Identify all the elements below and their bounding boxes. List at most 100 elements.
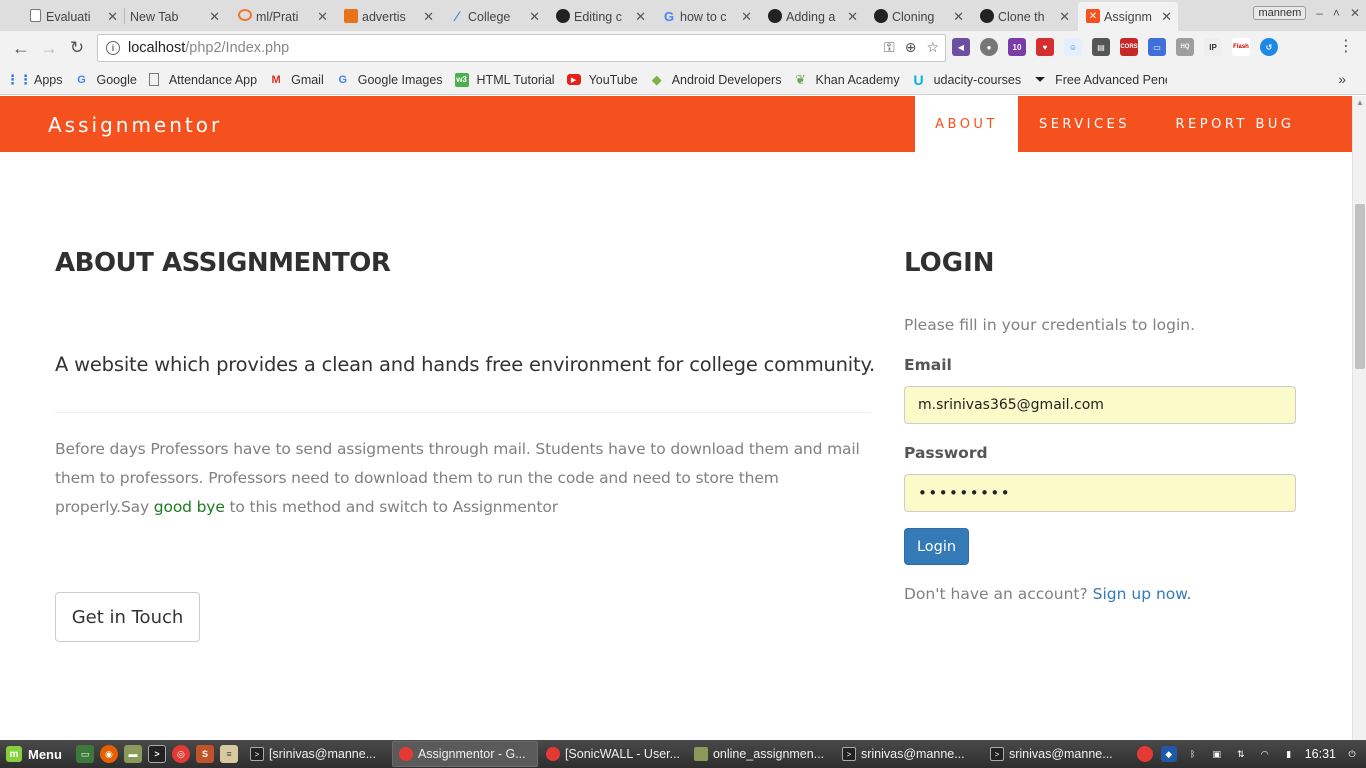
restore-icon[interactable]: ˄	[1333, 6, 1340, 20]
browser-tab[interactable]: ⁄ College ✕	[442, 2, 546, 31]
system-tray: ◆ ᛒ ▣ ⇅ ◠ ▮ 16:31 ⏻	[1136, 740, 1366, 768]
browser-tab[interactable]: Editing c ✕	[548, 2, 652, 31]
extension-icon[interactable]: ☺	[1064, 38, 1082, 56]
extension-icon[interactable]: ↺	[1260, 38, 1278, 56]
chrome-icon[interactable]	[1136, 746, 1153, 762]
browser-tab-active[interactable]: ✕ Assignm ✕	[1078, 2, 1178, 31]
close-tab-icon[interactable]: ✕	[635, 9, 646, 25]
browser-tab[interactable]: Adding a ✕	[760, 2, 864, 31]
shield-icon[interactable]: ◆	[1160, 746, 1177, 762]
close-tab-icon[interactable]: ✕	[953, 9, 964, 25]
extension-icon[interactable]: 10	[1008, 38, 1026, 56]
bookmark-item[interactable]: w3 HTML Tutorial	[454, 72, 555, 87]
ip-icon[interactable]: IP	[1204, 38, 1222, 56]
back-arrow-icon[interactable]: ←	[9, 36, 33, 60]
close-tab-icon[interactable]: ✕	[741, 9, 752, 25]
extension-icon[interactable]: ◀	[952, 38, 970, 56]
address-bar[interactable]: i localhost/php2/Index.php ⚿ ⊕ ☆	[97, 34, 946, 62]
network-icon[interactable]: ⇅	[1233, 746, 1249, 762]
book-icon	[344, 9, 358, 23]
nav-about[interactable]: ABOUT	[915, 96, 1018, 152]
cors-icon[interactable]: CORS	[1120, 38, 1138, 56]
login-button[interactable]: Login	[904, 528, 969, 565]
clipboard-icon[interactable]: ▣	[1209, 746, 1225, 762]
firefox-icon[interactable]: ◉	[99, 745, 118, 763]
bookmark-item[interactable]: Attendance App	[148, 73, 257, 87]
browser-tab[interactable]: advertis ✕	[336, 2, 440, 31]
bookmark-star-icon[interactable]: ☆	[926, 39, 939, 56]
login-title: LOGIN	[904, 248, 995, 278]
bluetooth-icon[interactable]: ᛒ	[1185, 746, 1201, 762]
chrome-icon[interactable]: ◎	[171, 745, 190, 763]
scrollbar-thumb[interactable]	[1355, 204, 1365, 369]
close-tab-icon[interactable]: ✕	[847, 9, 858, 25]
minimize-icon[interactable]: –	[1316, 6, 1323, 20]
nav-report-bug[interactable]: REPORT BUG	[1151, 96, 1319, 152]
taskbar-window[interactable]: > srinivas@manne...	[984, 741, 1124, 767]
browser-tab[interactable]: G how to c ✕	[654, 2, 758, 31]
browser-tab[interactable]: ml/Prati ✕	[230, 2, 334, 31]
show-desktop-icon[interactable]: ▭	[75, 745, 94, 763]
close-tab-icon[interactable]: ✕	[209, 9, 220, 25]
extension-icon[interactable]: ●	[980, 38, 998, 56]
bookmark-item[interactable]: Uudacity-courses	[912, 72, 1022, 88]
taskbar-window[interactable]: > srinivas@manne...	[836, 741, 982, 767]
info-icon[interactable]: i	[106, 41, 120, 55]
close-tab-icon[interactable]: ✕	[1161, 9, 1172, 25]
clock[interactable]: 16:31	[1305, 747, 1336, 761]
page-scrollbar[interactable]: ▲	[1352, 96, 1366, 740]
extension-icon[interactable]: ▤	[1092, 38, 1110, 56]
bookmark-item[interactable]: M Gmail	[269, 73, 324, 87]
signup-prompt-text: Don't have an account?	[904, 585, 1088, 603]
reload-icon[interactable]: ↻	[65, 36, 89, 60]
folder-icon[interactable]: ▬	[123, 745, 142, 763]
flash-sale-icon[interactable]: Flash	[1232, 38, 1250, 56]
task-label: Assignmentor - G...	[417, 747, 526, 761]
extension-icon[interactable]: HQ	[1176, 38, 1194, 56]
scroll-up-arrow-icon[interactable]: ▲	[1356, 98, 1364, 107]
browser-tab[interactable]: New Tab ✕	[104, 2, 226, 31]
signup-link[interactable]: Sign up now.	[1093, 585, 1192, 603]
power-icon[interactable]: ⏻	[1344, 746, 1360, 762]
bookmarks-overflow-icon[interactable]: »	[1338, 71, 1346, 87]
taskbar-window[interactable]: > [srinivas@manne...	[244, 741, 390, 767]
site-brand[interactable]: Assignmentor	[48, 113, 222, 137]
window-controls: mannem – ˄ ✕	[1253, 6, 1360, 20]
nav-services[interactable]: SERVICES	[1018, 96, 1151, 152]
get-in-touch-button[interactable]: Get in Touch	[55, 592, 200, 642]
close-tab-icon[interactable]: ✕	[1059, 9, 1070, 25]
wifi-icon[interactable]: ◠	[1257, 746, 1273, 762]
taskbar-window-active[interactable]: Assignmentor - G...	[391, 741, 538, 767]
start-menu-button[interactable]: m Menu	[0, 746, 70, 762]
bookmark-item[interactable]: ◆ Android Developers	[650, 72, 782, 87]
bookmark-item[interactable]: G Google	[75, 73, 137, 87]
text-editor-icon[interactable]: ≡	[219, 745, 238, 763]
taskbar-window[interactable]: [SonicWALL - User...	[540, 741, 686, 767]
browser-tab[interactable]: Cloning ✕	[866, 2, 970, 31]
url-path: /php2/Index.php	[185, 40, 290, 56]
bookmark-item[interactable]: ▶ YouTube	[566, 73, 638, 87]
extension-icon[interactable]: ▭	[1148, 38, 1166, 56]
bookmark-item[interactable]: ⏷ Free Advanced Pene	[1033, 72, 1167, 87]
bookmark-item[interactable]: ❦ Khan Academy	[793, 72, 900, 87]
email-field[interactable]: m.srinivas365@gmail.com	[904, 386, 1296, 424]
terminal-icon[interactable]: >	[147, 745, 166, 763]
browser-tab[interactable]: Clone th ✕	[972, 2, 1076, 31]
taskbar-window[interactable]: online_assignmen...	[688, 741, 834, 767]
close-tab-icon[interactable]: ✕	[423, 9, 434, 25]
sublime-icon[interactable]: S	[195, 745, 214, 763]
forward-arrow-icon[interactable]: →	[37, 36, 61, 60]
battery-icon[interactable]: ▮	[1281, 746, 1297, 762]
close-window-icon[interactable]: ✕	[1350, 6, 1360, 20]
extension-icon[interactable]: ♥	[1036, 38, 1054, 56]
close-tab-icon[interactable]: ✕	[529, 9, 540, 25]
key-icon[interactable]: ⚿	[884, 39, 895, 56]
close-tab-icon[interactable]: ✕	[317, 9, 328, 25]
google-icon: G	[77, 73, 86, 86]
password-field[interactable]: •••••••••	[904, 474, 1296, 512]
bookmark-item[interactable]: G Google Images	[336, 73, 442, 87]
profile-button[interactable]: mannem	[1253, 6, 1307, 20]
bookmark-item[interactable]: ⋮⋮ Apps	[6, 72, 63, 87]
zoom-icon[interactable]: ⊕	[905, 39, 917, 56]
chrome-menu-icon[interactable]: ⋮	[1338, 39, 1354, 55]
